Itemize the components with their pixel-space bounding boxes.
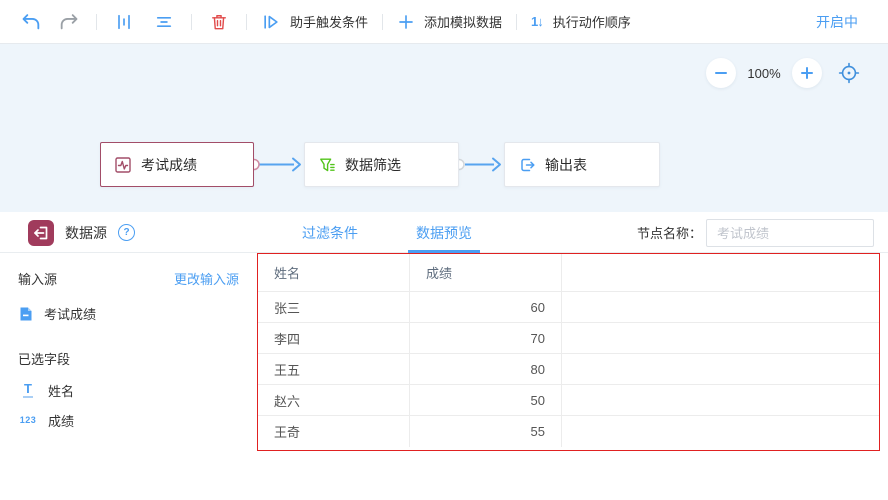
align-vertical-button[interactable] <box>111 9 137 35</box>
plus-icon <box>397 13 415 31</box>
cell-name: 李四 <box>258 323 410 353</box>
cell-empty <box>562 354 879 384</box>
field-label: 成绩 <box>48 411 74 430</box>
toolbar-divider <box>382 14 383 30</box>
cell-empty <box>562 385 879 415</box>
source-item[interactable]: 考试成绩 <box>18 304 239 323</box>
minus-icon <box>713 65 729 81</box>
cell-empty <box>562 323 879 353</box>
redo-button[interactable] <box>56 9 82 35</box>
cell-score: 60 <box>410 292 562 322</box>
exec-order-label: 执行动作顺序 <box>553 12 631 31</box>
zoom-out-button[interactable] <box>706 58 736 88</box>
field-item[interactable]: T 姓名 <box>18 381 239 399</box>
toolbar-divider <box>96 14 97 30</box>
trash-icon <box>209 12 229 32</box>
toolbar-divider <box>191 14 192 30</box>
datasource-header: 数据源 ? <box>28 212 135 253</box>
assistant-trigger-label: 助手触发条件 <box>290 12 368 31</box>
input-source-label: 输入源 <box>18 269 57 288</box>
column-header-name: 姓名 <box>258 254 410 291</box>
table-row: 李四 70 <box>258 323 879 354</box>
toolbar-divider <box>516 14 517 30</box>
selected-fields-label: 已选字段 <box>18 349 239 368</box>
filter-funnel-icon <box>318 156 336 174</box>
panel-title: 数据源 <box>65 223 107 243</box>
cell-name: 王五 <box>258 354 410 384</box>
add-mock-data-label: 添加模拟数据 <box>424 12 502 31</box>
cell-name: 赵六 <box>258 385 410 415</box>
preview-table: 姓名 成绩 张三 60 李四 70 王五 80 赵六 50 王奇 55 <box>257 253 880 451</box>
assistant-trigger-button[interactable]: 助手触发条件 <box>261 12 368 32</box>
table-row: 赵六 50 <box>258 385 879 416</box>
column-header-score: 成绩 <box>410 254 562 291</box>
table-row: 张三 60 <box>258 292 879 323</box>
cell-empty <box>562 416 879 447</box>
order-icon: 1↓ <box>531 14 544 29</box>
field-item[interactable]: 123 成绩 <box>18 411 239 429</box>
node-name-input[interactable] <box>706 219 874 247</box>
text-field-icon: T <box>23 382 33 398</box>
node-data-filter[interactable]: 数据筛选 <box>304 142 459 187</box>
align-horizontal-icon <box>154 12 174 32</box>
tab-data-preview[interactable]: 数据预览 <box>410 212 478 253</box>
undo-button[interactable] <box>18 9 44 35</box>
undo-icon <box>20 11 42 33</box>
panel-tabs: 过滤条件 数据预览 <box>296 212 478 253</box>
pulse-chart-icon <box>114 156 132 174</box>
table-header-row: 姓名 成绩 <box>258 254 879 292</box>
field-list: T 姓名 123 成绩 <box>18 381 239 429</box>
change-source-link[interactable]: 更改输入源 <box>174 269 239 288</box>
number-field-icon: 123 <box>20 415 37 425</box>
source-sidebar: 输入源 更改输入源 考试成绩 已选字段 T 姓名 123 成绩 <box>0 253 257 500</box>
source-name: 考试成绩 <box>44 304 96 323</box>
zoom-in-button[interactable] <box>792 58 822 88</box>
exec-order-button[interactable]: 1↓ 执行动作顺序 <box>531 12 631 31</box>
locate-center-button[interactable] <box>838 62 860 84</box>
zoom-level: 100% <box>746 66 782 81</box>
cell-score: 55 <box>410 416 562 447</box>
zoom-controls: 100% <box>706 58 860 88</box>
flow-canvas[interactable]: 考试成绩 数据筛选 输出表 100% <box>0 44 888 212</box>
export-table-icon <box>518 156 536 174</box>
cell-name: 张三 <box>258 292 410 322</box>
add-mock-data-button[interactable]: 添加模拟数据 <box>397 12 502 31</box>
cell-score: 50 <box>410 385 562 415</box>
play-condition-icon <box>261 12 281 32</box>
toolbar-divider <box>246 14 247 30</box>
tab-filter-conditions[interactable]: 过滤条件 <box>296 212 364 253</box>
field-label: 姓名 <box>48 381 74 400</box>
panel-header: 数据源 ? 过滤条件 数据预览 节点名称： <box>0 212 888 253</box>
file-icon <box>18 306 34 322</box>
redo-icon <box>58 11 80 33</box>
node-label: 数据筛选 <box>345 155 401 175</box>
plus-icon <box>799 65 815 81</box>
panel-content: 输入源 更改输入源 考试成绩 已选字段 T 姓名 123 成绩 姓名 成绩 张三 <box>0 253 888 500</box>
cell-score: 80 <box>410 354 562 384</box>
flow-status-toggle[interactable]: 开启中 <box>816 12 858 32</box>
cell-empty <box>562 292 879 322</box>
node-exam-scores[interactable]: 考试成绩 <box>100 142 254 187</box>
node-output-table[interactable]: 输出表 <box>504 142 660 187</box>
align-horizontal-button[interactable] <box>151 9 177 35</box>
cell-score: 70 <box>410 323 562 353</box>
cell-name: 王奇 <box>258 416 410 447</box>
help-icon[interactable]: ? <box>118 224 135 241</box>
node-name-group: 节点名称： <box>637 212 874 253</box>
align-vertical-icon <box>114 12 134 32</box>
datasource-icon <box>28 220 54 246</box>
node-name-label: 节点名称： <box>637 223 702 242</box>
crosshair-icon <box>838 62 860 84</box>
node-label: 输出表 <box>545 155 587 175</box>
node-label: 考试成绩 <box>141 155 197 175</box>
delete-button[interactable] <box>206 9 232 35</box>
column-header-empty <box>562 254 879 291</box>
table-row: 王五 80 <box>258 354 879 385</box>
table-row: 王奇 55 <box>258 416 879 447</box>
table-body: 张三 60 李四 70 王五 80 赵六 50 王奇 55 <box>258 292 879 447</box>
toolbar: 助手触发条件 添加模拟数据 1↓ 执行动作顺序 开启中 <box>0 0 888 44</box>
